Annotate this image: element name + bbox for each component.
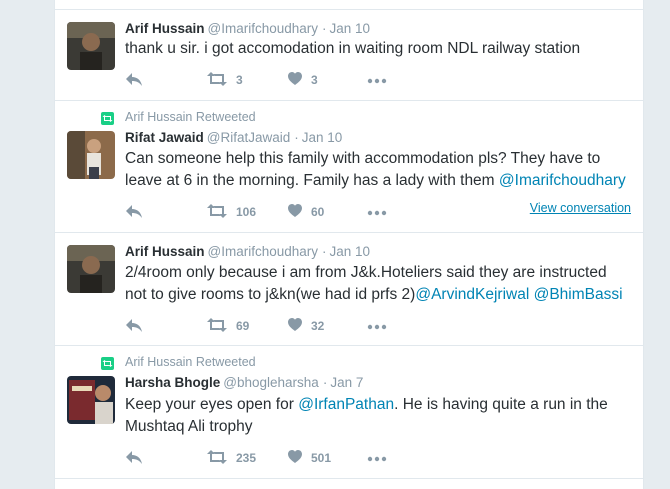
more-button[interactable] xyxy=(367,203,387,221)
timestamp[interactable]: Jan 10 xyxy=(330,244,371,259)
more-button[interactable] xyxy=(367,71,387,89)
timestamp[interactable]: Jan 10 xyxy=(302,130,343,145)
tweet-text: Can someone help this family with accomm… xyxy=(125,148,631,192)
reply-icon xyxy=(125,71,145,90)
heart-icon xyxy=(287,203,303,221)
text-segment: thank u sir. i got accomodation in waiti… xyxy=(125,40,581,57)
retweet-button[interactable]: 106 xyxy=(206,203,256,221)
avatar[interactable] xyxy=(67,22,115,70)
retweet-context xyxy=(101,355,114,371)
separator: · xyxy=(322,375,328,390)
fullname[interactable]: Arif Hussain xyxy=(125,244,205,259)
tweet-actions: 235 501 xyxy=(125,449,425,467)
tweet-header: Arif Hussain @Imarifchoudhary · Jan 10 xyxy=(125,244,370,262)
retweeted-icon xyxy=(101,111,114,125)
tweet-header: Arif Hussain @Imarifchoudhary · Jan 10 xyxy=(125,21,370,39)
fullname[interactable]: Rifat Jawaid xyxy=(125,130,204,145)
more-icon xyxy=(367,73,387,87)
like-count: 60 xyxy=(311,205,325,219)
like-button[interactable]: 32 xyxy=(287,317,324,335)
reply-button[interactable] xyxy=(125,71,145,89)
retweet-icon xyxy=(206,71,228,90)
more-button[interactable] xyxy=(367,317,387,335)
separator: · xyxy=(294,130,299,145)
separator: · xyxy=(322,21,327,36)
heart-icon xyxy=(287,317,303,335)
retweet-icon xyxy=(206,317,228,336)
reply-button[interactable] xyxy=(125,449,145,467)
heart-icon xyxy=(287,449,303,467)
mention-link[interactable]: @IrfanPathan xyxy=(298,396,394,413)
fullname[interactable]: Harsha Bhogle xyxy=(125,375,220,390)
retweet-count: 69 xyxy=(236,319,250,333)
like-count: 501 xyxy=(311,451,332,465)
more-button[interactable] xyxy=(367,449,387,467)
retweet-context-label[interactable]: Arif Hussain Retweeted xyxy=(125,110,256,124)
retweet-count: 235 xyxy=(236,451,257,465)
reply-button[interactable] xyxy=(125,317,145,335)
retweet-context-label[interactable]: Arif Hussain Retweeted xyxy=(125,355,256,369)
tweet-header: Harsha Bhogle @bhogleharsha · Jan 7 xyxy=(125,375,363,393)
username[interactable]: @Imarifchoudhary xyxy=(208,244,319,259)
tweet[interactable]: Arif Hussain @Imarifchoudhary · Jan 10 than… xyxy=(55,10,643,101)
view-conversation-link[interactable]: View conversation xyxy=(530,201,631,215)
username[interactable]: @Imarifchoudhary xyxy=(208,21,319,36)
username[interactable]: @RifatJawaid xyxy=(207,130,291,145)
retweet-context xyxy=(101,110,114,126)
retweet-icon xyxy=(206,449,228,468)
more-icon xyxy=(367,205,387,219)
tweet-text: Keep your eyes open for @IrfanPathan. He… xyxy=(125,394,631,438)
tweet-actions: 69 32 xyxy=(125,317,425,335)
mention-link[interactable]: @ArvindKejriwal xyxy=(415,286,529,303)
avatar[interactable] xyxy=(67,376,115,424)
tweet[interactable]: Arif Hussain Retweeted Harsha Bhogle @bho… xyxy=(55,346,643,479)
like-count: 32 xyxy=(311,319,325,333)
username[interactable]: @bhogleharsha xyxy=(223,375,319,390)
fullname[interactable]: Arif Hussain xyxy=(125,21,205,36)
tweet-actions: 106 60 xyxy=(125,203,425,221)
tweet-text: thank u sir. i got accomodation in waiti… xyxy=(125,38,631,60)
separator: · xyxy=(322,244,327,259)
reply-button[interactable] xyxy=(125,203,145,221)
reply-icon xyxy=(125,317,145,336)
timestamp[interactable]: Jan 10 xyxy=(330,21,371,36)
heart-icon xyxy=(287,71,303,89)
tweet[interactable]: Arif Hussain Retweeted Rifat Jawaid @Rifa… xyxy=(55,101,643,233)
reply-icon xyxy=(125,203,145,222)
tweet[interactable]: Arif Hussain @Imarifchoudhary · Jan 10 2/4r… xyxy=(55,233,643,346)
tweet-text: 2/4room only because i am from J&k.Hotel… xyxy=(125,262,631,306)
mention-link[interactable]: @BhimBassi xyxy=(534,286,623,303)
mention-link[interactable]: @Imarifchoudhary xyxy=(499,172,626,189)
retweet-button[interactable]: 235 xyxy=(206,449,256,467)
retweet-count: 106 xyxy=(236,205,257,219)
retweet-button[interactable]: 3 xyxy=(206,71,243,89)
retweet-icon xyxy=(206,203,228,222)
reply-icon xyxy=(125,449,145,468)
retweet-count: 3 xyxy=(236,73,243,87)
like-count: 3 xyxy=(311,73,318,87)
timestamp[interactable]: Jan 7 xyxy=(330,375,363,390)
like-button[interactable]: 501 xyxy=(287,449,331,467)
avatar[interactable] xyxy=(67,131,115,179)
tweet-actions: 3 3 xyxy=(125,71,425,89)
retweeted-icon xyxy=(101,356,114,370)
avatar[interactable] xyxy=(67,245,115,293)
retweet-button[interactable]: 69 xyxy=(206,317,249,335)
tweet-header: Rifat Jawaid @RifatJawaid · Jan 10 xyxy=(125,130,342,148)
text-segment: Keep your eyes open for xyxy=(125,396,299,413)
more-icon xyxy=(367,451,387,465)
like-button[interactable]: 60 xyxy=(287,203,324,221)
more-icon xyxy=(367,319,387,333)
like-button[interactable]: 3 xyxy=(287,71,318,89)
tweet-stream: Arif Hussain @Imarifchoudhary · Jan 10 than… xyxy=(54,0,644,489)
